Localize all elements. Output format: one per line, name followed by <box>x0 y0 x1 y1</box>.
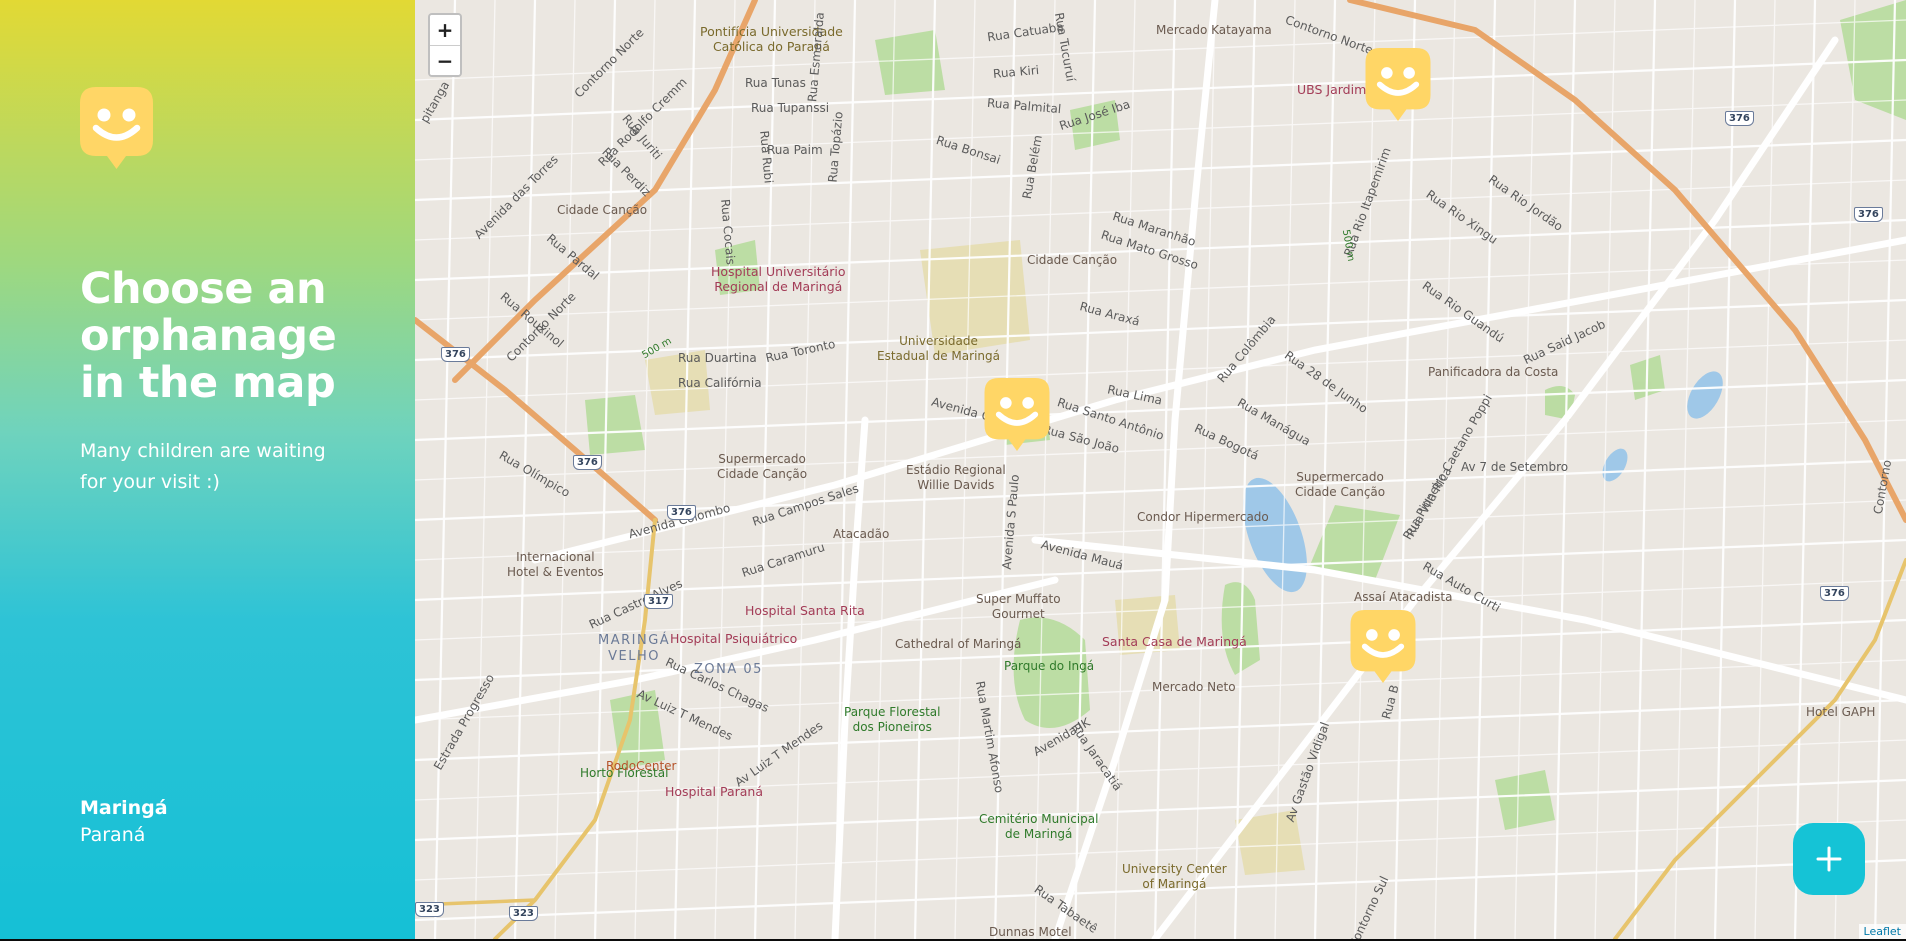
label-internacional: Internacional Hotel & Eventos <box>507 550 604 579</box>
zoom-control: + − <box>428 13 462 77</box>
map-view[interactable]: Pontifícia Universidade Católica do Para… <box>415 0 1906 939</box>
label-supermercado-cc-1: Supermercado Cidade Canção <box>717 452 808 481</box>
label-estadio: Estádio Regional Willie Davids <box>906 463 1006 492</box>
label-rua-california: Rua Califórnia <box>678 376 762 390</box>
label-university-center: University Center of Maringá <box>1122 862 1227 891</box>
label-santa-casa: Santa Casa de Maringá <box>1102 634 1247 649</box>
route-shield: 376 <box>1820 586 1849 601</box>
label-parque-florestal: Parque Florestal dos Pioneiros <box>844 705 941 734</box>
page-subtitle: Many children are waiting for your visit… <box>80 440 326 493</box>
label-rodocenter: RodoCenter <box>606 759 677 773</box>
label-rua-duartina: Rua Duartina <box>678 351 757 365</box>
plus-icon <box>1816 846 1842 872</box>
add-orphanage-button[interactable] <box>1793 823 1865 895</box>
label-universidade-estadual: Universidade Estadual de Maringá <box>877 334 1000 363</box>
zoom-in-button[interactable]: + <box>430 15 460 45</box>
label-av-7-setembro: Av 7 de Setembro <box>1461 460 1569 474</box>
orphanage-marker[interactable] <box>1365 48 1431 121</box>
leaflet-attribution-link[interactable]: Leaflet <box>1858 924 1906 939</box>
label-cidade-cancao-2: Cidade Canção <box>1027 253 1118 267</box>
orphanage-marker[interactable] <box>1350 610 1416 683</box>
label-hospital-santa-rita: Hospital Santa Rita <box>745 603 865 618</box>
label-mercado-katayama: Mercado Katayama <box>1156 23 1272 37</box>
label-atacadao: Atacadão <box>833 527 890 541</box>
label-cidade-cancao-1: Cidade Canção <box>557 203 648 217</box>
label-panificadora: Panificadora da Costa <box>1428 365 1559 379</box>
label-condor: Condor Hipermercado <box>1137 510 1269 524</box>
label-hospital-psiquiatrico: Hospital Psiquiátrico <box>670 631 798 646</box>
route-shield: 376 <box>1854 207 1883 222</box>
label-hospital-universitario: Hospital Universitário Regional de Marin… <box>711 264 846 294</box>
route-shield: 376 <box>573 455 602 470</box>
label-dunnas: Dunnas Motel <box>989 925 1072 939</box>
city-name: Maringá <box>80 797 168 819</box>
label-rua-tupanssi: Rua Tupanssi <box>751 101 830 115</box>
page-title: Choose an orphanage in the map <box>80 264 337 408</box>
label-hotel-gaph: Hotel GAPH <box>1806 705 1876 719</box>
label-supermercado-cc-2: Supermercado Cidade Canção <box>1295 470 1386 499</box>
label-mercado-neto: Mercado Neto <box>1152 680 1236 694</box>
route-shield: 376 <box>667 505 696 520</box>
label-assai: Assaí Atacadista <box>1354 590 1453 604</box>
label-cemiterio: Cemitério Municipal de Maringá <box>979 812 1099 841</box>
label-super-muffato: Super Muffato Gourmet <box>976 592 1061 621</box>
sidebar: Choose an orphanage in the map Many chil… <box>0 0 415 939</box>
state-name: Paraná <box>80 824 146 846</box>
logo-icon <box>80 87 153 169</box>
zoom-out-button[interactable]: − <box>430 45 460 75</box>
route-shield: 376 <box>1725 111 1754 126</box>
route-shield: 376 <box>441 347 470 362</box>
route-shield: 323 <box>509 906 538 921</box>
label-rua-tunas: Rua Tunas <box>745 76 806 90</box>
label-cathedral: Cathedral of Maringá <box>895 637 1022 651</box>
label-parque-inga: Parque do Ingá <box>1004 659 1095 673</box>
location-info: Maringá Paraná <box>80 795 168 849</box>
route-shield: 317 <box>644 594 673 609</box>
orphanage-marker[interactable] <box>984 378 1050 451</box>
route-shield: 323 <box>415 902 444 917</box>
label-hospital-parana: Hospital Paraná <box>665 784 763 799</box>
label-maringa-velho: MARINGÁ VELHO <box>598 633 671 664</box>
label-rua-paim: Rua Paim <box>767 143 823 157</box>
